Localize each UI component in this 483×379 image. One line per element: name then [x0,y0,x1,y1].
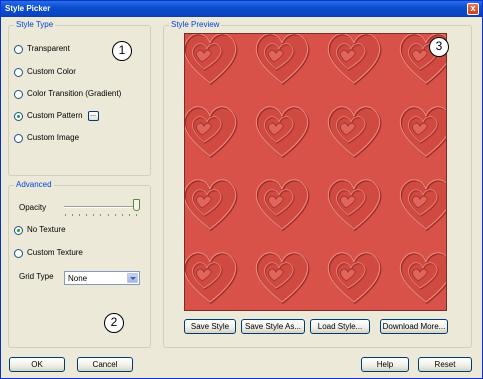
radio-custom-texture[interactable]: Custom Texture [14,247,83,259]
radio-color-transition-label: Color Transition (Gradient) [27,89,122,98]
radio-transparent-label: Transparent [27,44,70,53]
opacity-slider-track[interactable] [64,206,138,208]
radio-custom-image[interactable]: Custom Image [14,132,79,144]
style-preview-legend: Style Preview [169,20,222,30]
download-more-button[interactable]: Download More... [380,319,448,334]
radio-no-texture[interactable]: No Texture [14,224,66,236]
radio-transparent-circle[interactable] [14,44,23,54]
style-preview-canvas [184,33,447,311]
radio-custom-color[interactable]: Custom Color [14,66,76,78]
radio-transparent[interactable]: Transparent [14,43,70,55]
radio-custom-image-circle[interactable] [14,133,23,143]
opacity-slider-ticks [65,214,137,217]
opacity-slider-thumb[interactable] [133,199,140,211]
advanced-group: Advanced Opacity No Texture Custom Textu… [8,180,151,348]
callout-badge-3: 3 [429,37,449,57]
style-type-legend: Style Type [14,20,56,30]
close-button[interactable]: x [467,3,479,15]
radio-custom-pattern-label: Custom Pattern [27,111,83,120]
radio-custom-color-circle[interactable] [14,67,23,77]
radio-custom-texture-circle[interactable] [14,248,23,258]
radio-no-texture-circle[interactable] [14,225,23,235]
window-title: Style Picker [5,4,51,13]
callout-badge-2: 2 [104,313,124,333]
radio-color-transition-circle[interactable] [14,89,23,99]
save-style-button[interactable]: Save Style [184,319,236,334]
grid-type-value: None [68,274,88,283]
callout-badge-1: 1 [112,41,132,61]
radio-custom-pattern[interactable]: Custom Pattern ... [14,110,99,122]
title-bar[interactable]: Style Picker x [1,1,482,17]
style-picker-window: Style Picker x Style Type Transparent Cu… [0,0,483,379]
radio-custom-image-label: Custom Image [27,133,80,142]
reset-button[interactable]: Reset [418,357,472,372]
save-style-as-button[interactable]: Save Style As... [241,319,305,334]
heart-pattern [185,34,446,310]
radio-custom-pattern-circle[interactable] [14,111,23,121]
cancel-button[interactable]: Cancel [77,357,133,372]
radio-custom-color-label: Custom Color [27,67,76,76]
chevron-down-icon[interactable] [127,273,138,283]
ok-button[interactable]: OK [9,357,65,372]
advanced-legend: Advanced [14,180,54,190]
radio-color-transition[interactable]: Color Transition (Gradient) [14,88,121,100]
radio-custom-texture-label: Custom Texture [27,248,83,257]
grid-type-select[interactable]: None [64,271,140,285]
opacity-label: Opacity [19,203,47,212]
radio-no-texture-label: No Texture [27,225,66,234]
grid-type-label: Grid Type [19,272,54,281]
pattern-browse-button[interactable]: ... [87,111,99,121]
load-style-button[interactable]: Load Style... [310,319,370,334]
help-button[interactable]: Help [361,357,409,372]
